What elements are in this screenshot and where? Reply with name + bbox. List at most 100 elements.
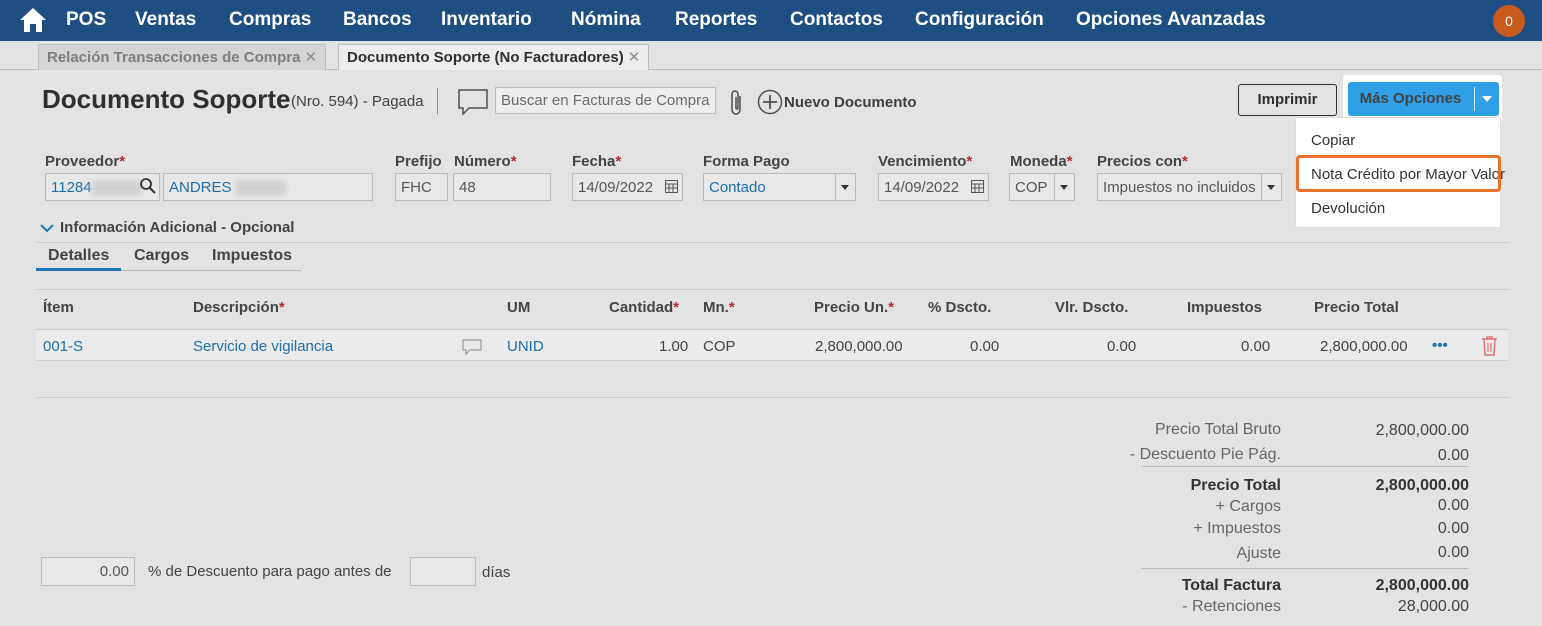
vencimiento-field[interactable]: 14/09/2022 bbox=[878, 173, 989, 201]
nav-bancos[interactable]: Bancos bbox=[343, 9, 412, 31]
cell-moneda: COP bbox=[703, 338, 736, 355]
search-icon[interactable] bbox=[139, 177, 157, 195]
subtab-impuestos[interactable]: Impuestos bbox=[212, 247, 292, 265]
menu-item-devolucion[interactable]: Devolución bbox=[1311, 200, 1385, 217]
divider bbox=[1141, 568, 1468, 569]
nav-ventas[interactable]: Ventas bbox=[135, 9, 196, 31]
ajuste-value: 0.00 bbox=[1437, 544, 1469, 561]
add-circle-icon[interactable] bbox=[757, 89, 783, 115]
nav-pos[interactable]: POS bbox=[66, 9, 106, 31]
info-adicional-toggle[interactable]: Información Adicional - Opcional bbox=[40, 219, 294, 236]
divider bbox=[36, 289, 1510, 290]
more-options-icon[interactable]: ••• bbox=[1432, 337, 1448, 354]
col-moneda: Mn.* bbox=[703, 299, 735, 316]
col-vlr-dscto: Vlr. Dscto. bbox=[1055, 299, 1129, 316]
col-item: Ítem bbox=[43, 299, 74, 316]
menu-item-copiar[interactable]: Copiar bbox=[1311, 132, 1355, 149]
impuestos-value: 0.00 bbox=[1437, 520, 1469, 537]
col-pct-dscto: % Dscto. bbox=[928, 299, 992, 316]
col-precio-un: Precio Un.* bbox=[814, 299, 895, 316]
calendar-icon[interactable] bbox=[971, 180, 984, 193]
precios-con-label: Precios con* bbox=[1097, 153, 1188, 170]
ajuste-label: Ajuste bbox=[1236, 545, 1281, 562]
descuento-pie-label: - Descuento Pie Pág. bbox=[1129, 446, 1281, 463]
prefijo-label: Prefijo bbox=[395, 153, 442, 170]
precio-total-label: Precio Total bbox=[1190, 477, 1281, 494]
cell-precio-un[interactable]: 2,800,000.00 bbox=[815, 338, 903, 355]
cell-item[interactable]: 001-S bbox=[43, 338, 83, 355]
nav-configuracion[interactable]: Configuración bbox=[915, 9, 1044, 31]
total-bruto-value: 2,800,000.00 bbox=[1375, 422, 1469, 439]
close-icon[interactable]: ✕ bbox=[628, 49, 641, 66]
cargos-value: 0.00 bbox=[1437, 497, 1469, 514]
proveedor-name-field[interactable]: ANDRES bbox=[163, 173, 373, 201]
subtab-detalles[interactable]: Detalles bbox=[48, 247, 109, 265]
cell-descripcion[interactable]: Servicio de vigilancia bbox=[193, 338, 333, 355]
divider bbox=[36, 397, 1510, 398]
divider bbox=[36, 242, 1510, 243]
button-divider bbox=[1474, 87, 1475, 111]
forma-pago-label: Forma Pago bbox=[703, 153, 790, 170]
page-title: Documento Soporte bbox=[42, 84, 291, 114]
comment-icon[interactable] bbox=[457, 88, 489, 116]
top-navbar: POS Ventas Compras Bancos Inventario Nóm… bbox=[0, 0, 1542, 41]
fecha-field[interactable]: 14/09/2022 bbox=[572, 173, 683, 201]
notification-badge[interactable]: 0 bbox=[1493, 5, 1525, 37]
subtab-cargos[interactable]: Cargos bbox=[134, 247, 189, 265]
col-precio-total: Precio Total bbox=[1314, 299, 1399, 316]
more-options-button[interactable]: Más Opciones bbox=[1348, 82, 1499, 116]
document-tabs: Relación Transacciones de Compra ✕ Docume… bbox=[0, 41, 1542, 70]
nav-inventario[interactable]: Inventario bbox=[441, 9, 532, 31]
total-factura-value: 2,800,000.00 bbox=[1375, 577, 1469, 594]
cell-pct-dscto[interactable]: 0.00 bbox=[970, 338, 999, 355]
col-descripcion: Descripción* bbox=[193, 299, 285, 316]
discount-pct-field[interactable]: 0.00 bbox=[41, 557, 135, 586]
descuento-pie-value: 0.00 bbox=[1437, 447, 1469, 464]
cell-um[interactable]: UNID bbox=[507, 338, 544, 355]
document-status: (Nro. 594) - Pagada bbox=[291, 93, 424, 110]
moneda-label: Moneda* bbox=[1010, 153, 1073, 170]
precio-total-value: 2,800,000.00 bbox=[1375, 477, 1469, 494]
retenciones-value: 28,000.00 bbox=[1397, 598, 1469, 615]
proveedor-label: Proveedor* bbox=[45, 153, 126, 170]
prefijo-field[interactable]: FHC bbox=[395, 173, 448, 201]
nav-reportes[interactable]: Reportes bbox=[675, 9, 757, 31]
calendar-icon[interactable] bbox=[665, 180, 678, 193]
nav-nomina[interactable]: Nómina bbox=[571, 9, 641, 31]
cell-vlr-dscto[interactable]: 0.00 bbox=[1107, 338, 1136, 355]
chevron-down-icon[interactable] bbox=[1261, 174, 1281, 200]
precios-con-select[interactable]: Impuestos no incluidos bbox=[1097, 173, 1282, 201]
home-icon[interactable] bbox=[18, 6, 48, 34]
paperclip-icon[interactable] bbox=[727, 88, 745, 118]
nav-opciones-avanzadas[interactable]: Opciones Avanzadas bbox=[1076, 9, 1266, 31]
highlight-outline bbox=[1296, 155, 1501, 192]
search-input[interactable] bbox=[495, 87, 716, 114]
nav-compras[interactable]: Compras bbox=[229, 9, 311, 31]
tab-relacion-transacciones[interactable]: Relación Transacciones de Compra ✕ bbox=[38, 44, 327, 70]
divider bbox=[1141, 466, 1468, 467]
vencimiento-label: Vencimiento* bbox=[878, 153, 973, 170]
divider bbox=[437, 88, 438, 114]
close-icon[interactable]: ✕ bbox=[304, 49, 317, 66]
col-cantidad: Cantidad* bbox=[609, 299, 680, 316]
cell-cantidad[interactable]: 1.00 bbox=[659, 338, 688, 355]
total-factura-label: Total Factura bbox=[1181, 577, 1281, 594]
comment-icon[interactable] bbox=[462, 339, 482, 355]
col-um: UM bbox=[507, 299, 531, 316]
active-subtab-indicator bbox=[36, 268, 121, 271]
numero-field[interactable]: 48 bbox=[453, 173, 551, 201]
moneda-select[interactable]: COP bbox=[1009, 173, 1075, 201]
discount-days-field[interactable] bbox=[410, 557, 476, 586]
chevron-down-icon[interactable] bbox=[835, 174, 855, 200]
total-bruto-label: Precio Total Bruto bbox=[1155, 421, 1281, 438]
print-button[interactable]: Imprimir bbox=[1238, 84, 1337, 116]
tab-documento-soporte[interactable]: Documento Soporte (No Facturadores) ✕ bbox=[338, 44, 650, 70]
more-options-label: Más Opciones bbox=[1359, 90, 1462, 107]
tab-label: Documento Soporte (No Facturadores) bbox=[347, 49, 624, 66]
chevron-down-icon[interactable] bbox=[1054, 174, 1074, 200]
nav-contactos[interactable]: Contactos bbox=[790, 9, 883, 31]
caret-down-icon[interactable] bbox=[1482, 96, 1492, 102]
forma-pago-select[interactable]: Contado bbox=[703, 173, 856, 201]
new-document-button[interactable]: Nuevo Documento bbox=[784, 94, 917, 111]
trash-icon[interactable] bbox=[1480, 335, 1499, 356]
